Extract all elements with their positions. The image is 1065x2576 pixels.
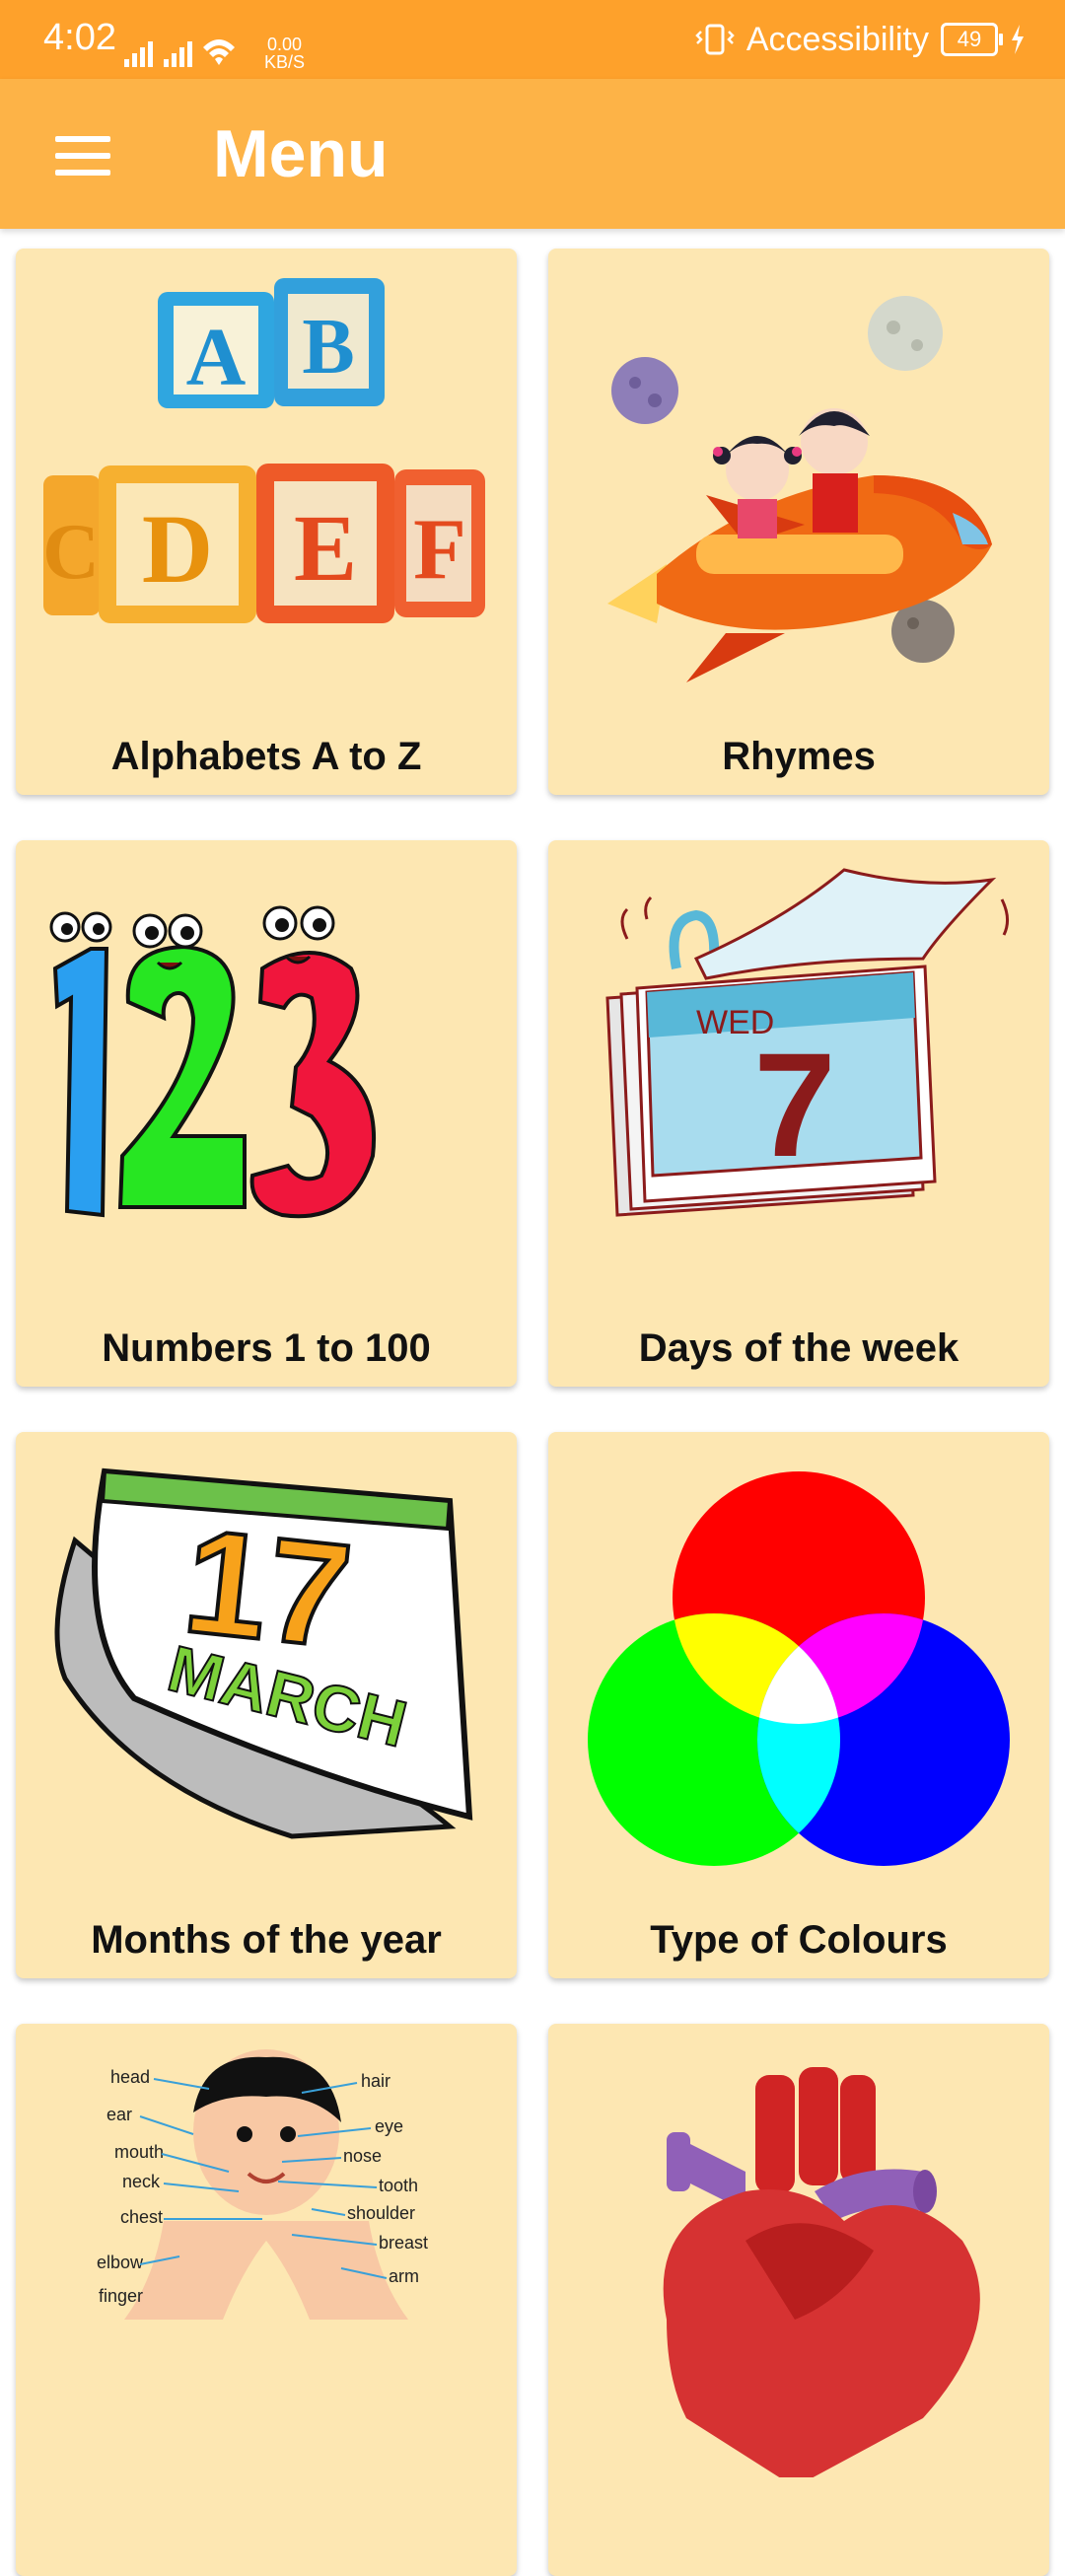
network-speed: 0.00 KB/S [264,36,305,71]
heart-organ-icon [663,2067,980,2477]
block-letter: D [142,494,213,604]
body-label: finger [99,2286,143,2306]
card-colours[interactable]: Type of Colours [548,1432,1049,1978]
card-label [16,2513,517,2562]
color-circles-icon [588,1471,1010,1866]
status-time: 4:02 [43,17,116,58]
page-title: Menu [213,116,389,191]
alphabet-blocks-icon: A B C D E F [42,278,485,623]
body-label: shoulder [347,2203,415,2223]
status-right: Accessibility 49 [695,10,1026,69]
signal-wifi-icons [124,39,235,67]
card-numbers[interactable]: Numbers 1 to 100 [16,840,517,1387]
body-label: hair [361,2071,390,2091]
card-label: Rhymes [722,735,876,778]
body-label: mouth [114,2142,164,2162]
vibrate-icon [695,24,735,55]
card-days[interactable]: WED 7 Days of the week [548,840,1049,1387]
body-label: head [110,2067,150,2087]
block-letter: E [294,495,357,601]
block-letter: F [413,502,466,598]
body-label: neck [122,2172,161,2191]
card-alphabets[interactable]: A B C D E F Alphabets A to Z [16,249,517,795]
body-label: chest [120,2207,163,2227]
body-parts-icon: head ear mouth neck chest elbow finger h… [97,2049,428,2320]
month-calendar-icon: 17 MARCH [54,1467,473,1839]
card-label: Type of Colours [650,1918,948,1962]
card-rhymes[interactable]: Rhymes [548,249,1049,795]
day-calendar-icon: WED 7 [605,868,1009,1217]
block-letter: A [186,312,247,403]
speed-value: 0.00 [266,35,303,54]
charging-bolt-icon [1012,25,1024,54]
calendar-date: 7 [753,1022,835,1187]
card-label [548,2513,1049,2562]
app-bar: Menu [0,79,1065,229]
card-body-parts[interactable]: head ear mouth neck chest elbow finger h… [16,2024,517,2576]
card-label: Numbers 1 to 100 [102,1326,431,1370]
kids-rocket-icon [607,296,992,682]
body-label: nose [343,2146,382,2166]
speed-unit: KB/S [264,52,306,72]
block-letter: B [302,304,354,391]
body-label: tooth [379,2176,418,2195]
body-label: elbow [97,2253,144,2272]
body-label: eye [375,2116,403,2136]
card-heart[interactable] [548,2024,1049,2576]
battery-icon: 49 [941,23,1003,56]
card-label: Days of the week [638,1326,959,1370]
card-label: Alphabets A to Z [110,735,422,778]
body-label: arm [389,2266,419,2286]
body-label: breast [379,2233,428,2253]
block-letter: C [42,509,100,596]
hamburger-menu-icon[interactable] [39,124,128,187]
card-months[interactable]: 17 MARCH Months of the year [16,1432,517,1978]
status-bar: 4:02 0.00 KB/S Accessibility 49 [0,0,1065,79]
numbers-123-icon [49,905,376,1219]
body-label: ear [106,2105,132,2124]
card-label: Months of the year [91,1918,442,1962]
accessibility-label: Accessibility [746,20,929,58]
